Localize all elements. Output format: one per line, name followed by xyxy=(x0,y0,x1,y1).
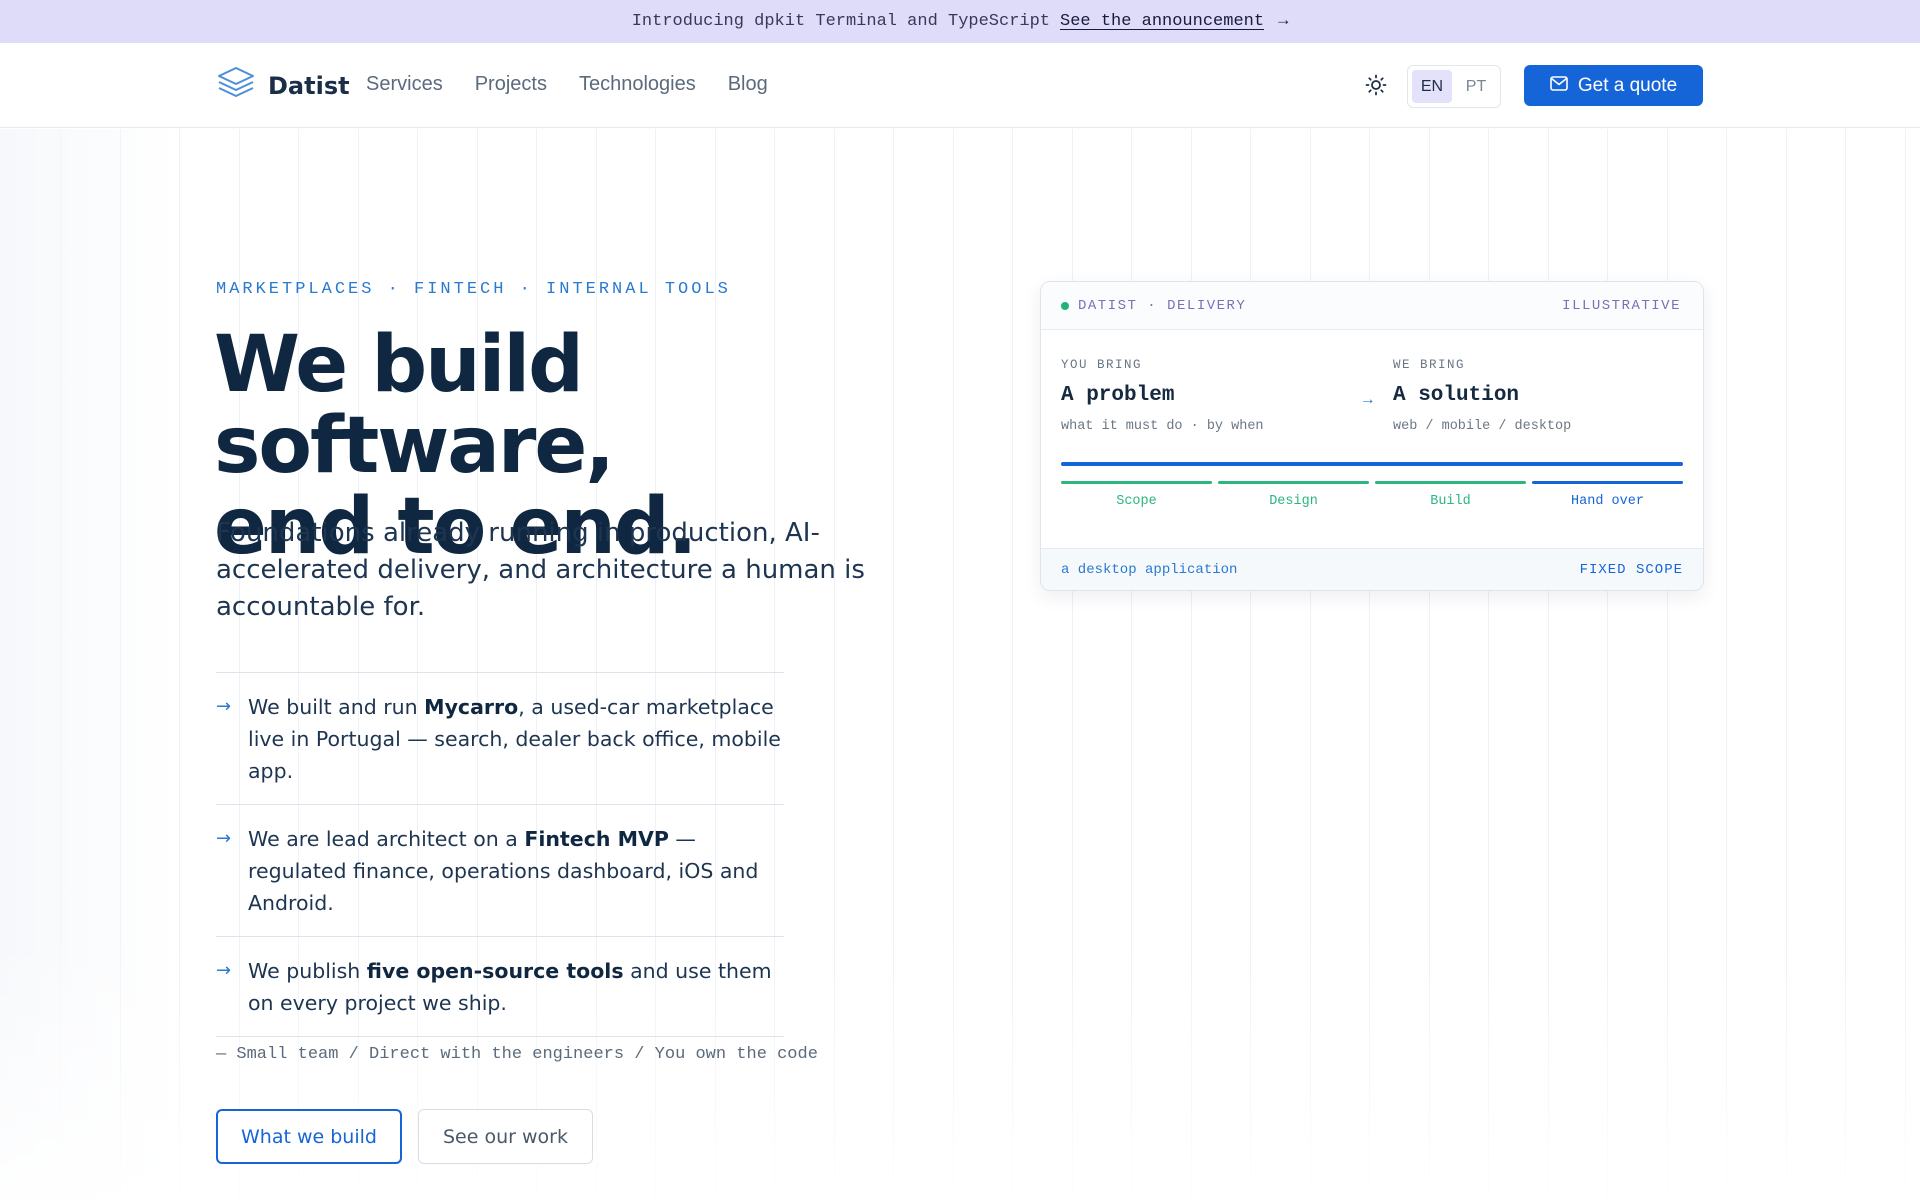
list-item: → We are lead architect on a Fintech MVP… xyxy=(216,805,784,937)
list-item: → We publish five open-source tools and … xyxy=(216,937,784,1037)
announcement-text: Introducing dpkit Terminal and TypeScrip… xyxy=(631,12,1051,31)
bullet-text: We built and run xyxy=(248,695,425,719)
bullet-text: We publish xyxy=(248,959,367,983)
nav-services[interactable]: Services xyxy=(366,73,443,96)
phase-design: Design xyxy=(1218,481,1369,509)
mail-icon xyxy=(1550,75,1568,97)
see-our-work-button[interactable]: See our work xyxy=(418,1109,593,1164)
main-nav: Services Projects Technologies Blog xyxy=(366,73,768,96)
announcement-link[interactable]: See the announcement xyxy=(1060,12,1264,31)
delivery-card: DATIST · DELIVERY ILLUSTRATIVE YOU BRING… xyxy=(1040,281,1704,591)
card-badge: ILLUSTRATIVE xyxy=(1562,297,1681,314)
hero-title-line1: We build software, xyxy=(214,320,615,491)
arrow-right-icon: → xyxy=(216,696,232,717)
announcement-bar: Introducing dpkit Terminal and TypeScrip… xyxy=(0,0,1920,43)
arrow-right-icon: → xyxy=(1363,391,1373,409)
site-header: Datist Services Projects Technologies Bl… xyxy=(0,43,1920,128)
card-title: DATIST · DELIVERY xyxy=(1078,297,1247,314)
get-quote-label: Get a quote xyxy=(1577,74,1678,96)
lang-en-button[interactable]: EN xyxy=(1412,70,1452,103)
bullet-highlight: five open-source tools xyxy=(366,959,624,983)
language-switcher: EN PT xyxy=(1407,65,1501,108)
hero-subtitle: Foundations already running in productio… xyxy=(216,518,865,622)
you-bring-note: what it must do · by when xyxy=(1061,419,1264,434)
get-quote-button[interactable]: Get a quote xyxy=(1524,65,1703,106)
what-we-build-button[interactable]: What we build xyxy=(216,1109,402,1164)
we-bring-note: web / mobile / desktop xyxy=(1393,419,1572,434)
bullet-highlight: Mycarro xyxy=(424,695,519,719)
you-bring-column: YOU BRING A problem what it must do · by… xyxy=(1061,358,1264,434)
status-dot-icon xyxy=(1061,301,1069,310)
bullet-highlight: Fintech MVP xyxy=(524,827,669,851)
card-footer: a desktop application FIXED SCOPE xyxy=(1041,548,1703,590)
theme-toggle-button[interactable] xyxy=(1362,73,1390,101)
hero-eyebrow: MARKETPLACES · FINTECH · INTERNAL TOOLS xyxy=(216,280,731,299)
scope-badge: FIXED SCOPE xyxy=(1579,561,1683,578)
arrow-right-icon: → xyxy=(216,828,232,849)
phase-scope: Scope xyxy=(1061,481,1212,509)
deliverable-type: a desktop application xyxy=(1061,561,1238,578)
we-bring-label: WE BRING xyxy=(1393,358,1466,372)
proof-list: → We built and run Mycarro, a used-car m… xyxy=(216,672,784,1037)
nav-blog[interactable]: Blog xyxy=(728,73,768,96)
phase-list: Scope Design Build Hand over xyxy=(1061,481,1683,509)
logo[interactable]: Datist xyxy=(216,65,350,106)
stack-logo-icon xyxy=(216,65,256,106)
we-bring-value: A solution xyxy=(1393,384,1520,407)
hero-tagline: — Small team / Direct with the engineers… xyxy=(216,1045,818,1064)
list-item: → We built and run Mycarro, a used-car m… xyxy=(216,673,784,805)
bullet-text: We are lead architect on a xyxy=(248,827,525,851)
nav-projects[interactable]: Projects xyxy=(475,73,547,96)
arrow-right-icon: → xyxy=(1278,12,1289,31)
lang-pt-button[interactable]: PT xyxy=(1456,70,1496,103)
we-bring-column: WE BRING A solution web / mobile / deskt… xyxy=(1393,358,1571,434)
brand-name: Datist xyxy=(268,71,350,100)
phase-build: Build xyxy=(1375,481,1526,509)
card-header: DATIST · DELIVERY ILLUSTRATIVE xyxy=(1041,282,1703,330)
you-bring-label: YOU BRING xyxy=(1061,358,1143,372)
nav-technologies[interactable]: Technologies xyxy=(579,73,696,96)
phase-hand-over: Hand over xyxy=(1532,481,1683,509)
arrow-right-icon: → xyxy=(216,960,232,981)
delivery-progress-bar xyxy=(1061,462,1683,466)
you-bring-value: A problem xyxy=(1061,384,1175,407)
sun-icon xyxy=(1365,74,1387,101)
